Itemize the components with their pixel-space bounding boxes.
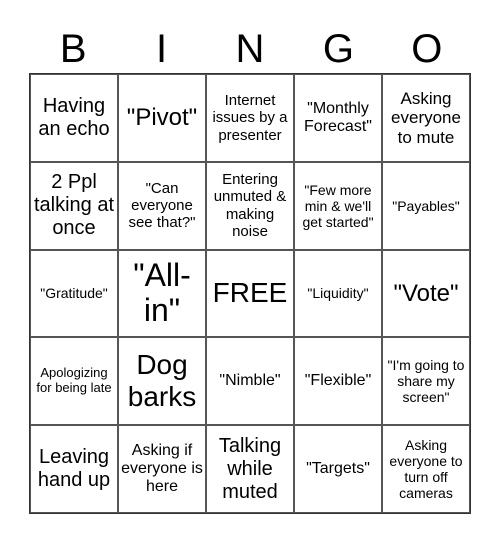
bingo-cell[interactable]: Asking if everyone is here <box>118 425 206 513</box>
bingo-cell[interactable]: "All-in" <box>118 249 206 338</box>
bingo-cell[interactable]: Asking everyone to mute <box>382 74 470 162</box>
bingo-cell[interactable]: "Liquidity" <box>294 249 382 338</box>
bingo-cell[interactable]: "Monthly Forecast" <box>294 74 382 162</box>
bingo-cell[interactable]: "I'm going to share my screen" <box>382 337 470 426</box>
bingo-cell[interactable]: "Targets" <box>294 425 382 513</box>
header-letter-n: N <box>235 27 265 71</box>
bingo-cell[interactable]: Asking everyone to turn off cameras <box>382 425 470 513</box>
bingo-cell[interactable]: "Payables" <box>382 161 470 250</box>
bingo-cell[interactable]: Having an echo <box>30 74 118 162</box>
bingo-cell[interactable]: "Can everyone see that?" <box>118 161 206 250</box>
bingo-cell[interactable]: "Gratitude" <box>30 249 118 338</box>
header-letter-o: O <box>411 27 443 71</box>
header-letter-i: I <box>156 27 168 71</box>
bingo-cell[interactable]: 2 Ppl talking at once <box>30 161 118 250</box>
header-letter-b: B <box>59 27 87 71</box>
bingo-cell[interactable]: "Vote" <box>382 249 470 338</box>
bingo-cell[interactable]: "Pivot" <box>118 74 206 162</box>
bingo-cell[interactable]: Dog barks <box>118 337 206 426</box>
bingo-cell[interactable]: Entering unmuted & making noise <box>206 161 294 250</box>
bingo-cell[interactable]: "Few more min & we'll get started" <box>294 161 382 250</box>
bingo-cell[interactable]: Apologizing for being late <box>30 337 118 426</box>
bingo-cell[interactable]: Leaving hand up <box>30 425 118 513</box>
bingo-cell[interactable]: Talking while muted <box>206 425 294 513</box>
free-space-cell[interactable]: FREE <box>206 249 294 338</box>
header-letter-g: G <box>322 27 354 71</box>
bingo-board: Having an echo "Pivot" Internet issues b… <box>29 73 471 514</box>
bingo-cell[interactable]: "Flexible" <box>294 337 382 426</box>
bingo-header: B I N G O <box>29 24 471 74</box>
bingo-cell[interactable]: Internet issues by a presenter <box>206 74 294 162</box>
bingo-cell[interactable]: "Nimble" <box>206 337 294 426</box>
